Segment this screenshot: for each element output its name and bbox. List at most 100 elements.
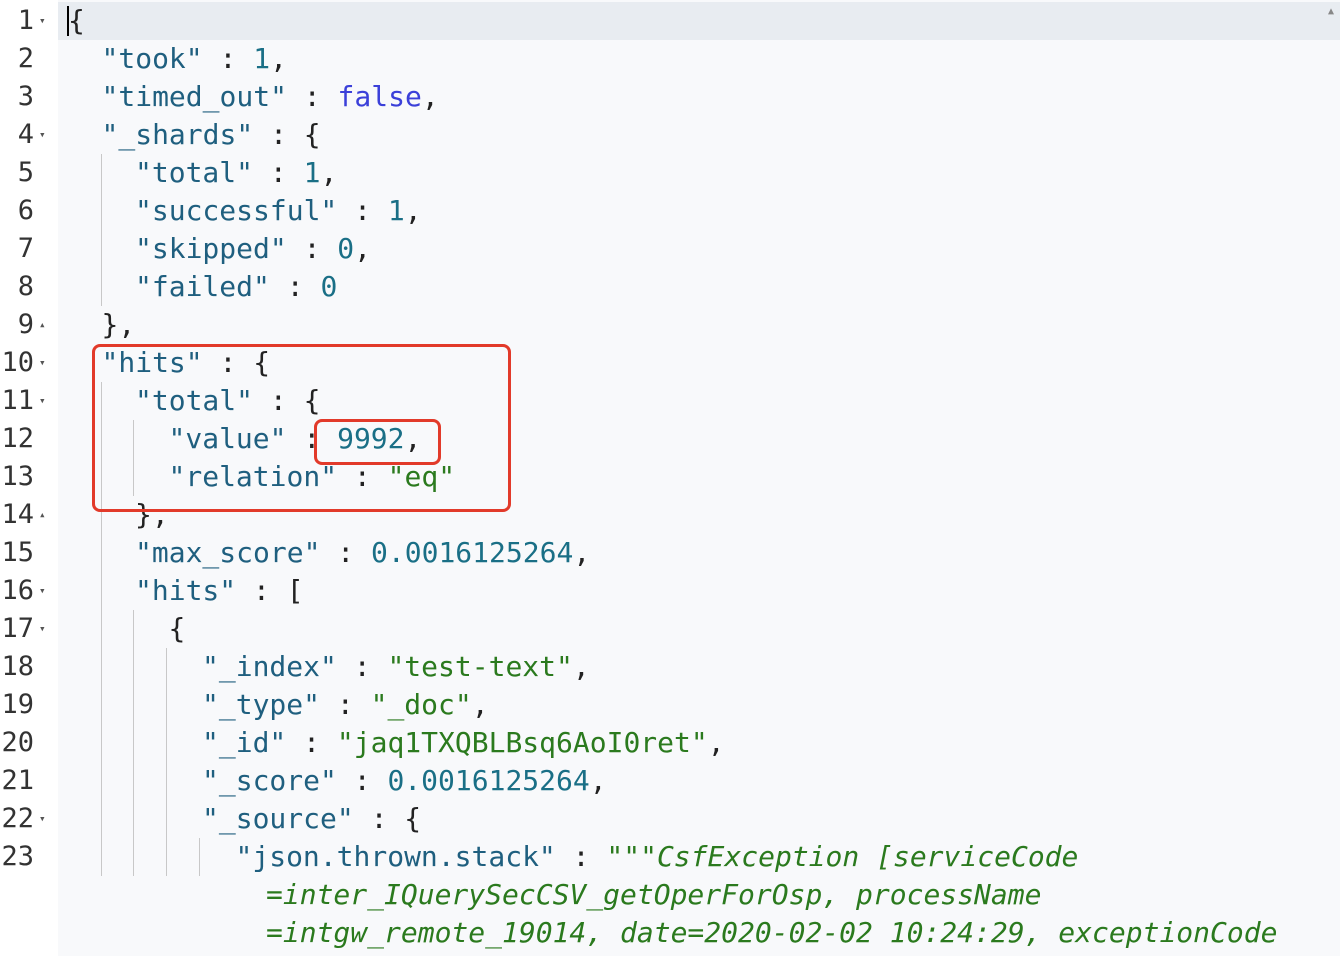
- code-token: ,: [471, 688, 489, 721]
- code-token: "test-text": [387, 650, 573, 683]
- code-token: "hits": [135, 574, 237, 607]
- line-number: 11: [1, 385, 34, 416]
- code-token: ,: [589, 764, 607, 797]
- code-text: "successful" : 1,: [135, 192, 422, 230]
- code-line[interactable]: 2 "took" : 1,: [0, 40, 1340, 78]
- code-text: "skipped" : 0,: [135, 230, 371, 268]
- line-number: 8: [17, 271, 34, 302]
- code-token: =intgw_remote_19014, date=2020-02-02 10:…: [266, 916, 1278, 949]
- line-number: 22: [1, 803, 34, 834]
- code-line[interactable]: 18 "_index" : "test-text",: [0, 648, 1340, 686]
- code-token: "_doc": [370, 688, 472, 721]
- code-text: "_id" : "jaq1TXQBLBsq6AoI0ret",: [202, 724, 725, 762]
- code-token: ,: [354, 232, 372, 265]
- code-token: ,: [320, 156, 338, 189]
- code-token: :: [336, 764, 388, 797]
- code-line[interactable]: 1 ▾ {: [0, 2, 1340, 40]
- code-line[interactable]: =intgw_remote_19014, date=2020-02-02 10:…: [0, 914, 1340, 952]
- line-number: 19: [1, 689, 34, 720]
- line-number: 1: [17, 5, 34, 36]
- code-token: },: [101, 308, 136, 341]
- code-text: "failed" : 0: [135, 268, 337, 306]
- code-token: :: [286, 80, 338, 113]
- code-token: "successful": [135, 194, 338, 227]
- fold-arrow-down-icon[interactable]: ▾: [39, 2, 46, 40]
- code-token: 1: [253, 42, 271, 75]
- fold-arrow-down-icon[interactable]: ▾: [39, 800, 46, 838]
- code-token: :: [320, 536, 372, 569]
- fold-arrow-up-icon[interactable]: ▴: [39, 306, 46, 344]
- code-line[interactable]: 20 "_id" : "jaq1TXQBLBsq6AoI0ret",: [0, 724, 1340, 762]
- code-line[interactable]: 8 "failed" : 0: [0, 268, 1340, 306]
- code-token: 0: [320, 270, 338, 303]
- code-token: :: [555, 840, 607, 873]
- code-token: 1: [387, 194, 405, 227]
- code-token: ,: [572, 650, 590, 683]
- line-number: 14: [1, 499, 34, 530]
- code-token: {: [168, 612, 186, 645]
- fold-arrow-down-icon[interactable]: ▾: [39, 610, 46, 648]
- code-line[interactable]: 22 ▾ "_source" : {: [0, 800, 1340, 838]
- code-token: "json.thrown.stack": [235, 840, 556, 873]
- indent-guide: [166, 648, 167, 876]
- code-line[interactable]: 19 "_type" : "_doc",: [0, 686, 1340, 724]
- code-token: :: [336, 650, 388, 683]
- fold-arrow-up-icon[interactable]: ▴: [39, 496, 46, 534]
- code-token: ,: [707, 726, 725, 759]
- code-token: "total": [135, 156, 254, 189]
- code-token: : {: [253, 118, 321, 151]
- line-number: 18: [1, 651, 34, 682]
- code-line[interactable]: =inter_IQuerySecCSV_getOperForOsp, proce…: [0, 876, 1340, 914]
- code-line[interactable]: 17 ▾ {: [0, 610, 1340, 648]
- code-text: "total" : 1,: [135, 154, 337, 192]
- code-token: : [: [236, 574, 304, 607]
- code-token: "failed": [135, 270, 270, 303]
- fold-arrow-down-icon[interactable]: ▾: [39, 116, 46, 154]
- code-token: :: [337, 194, 388, 227]
- code-text: "_index" : "test-text",: [202, 648, 590, 686]
- code-token: CsfException [serviceCode: [656, 840, 1079, 873]
- line-number: 5: [17, 157, 34, 188]
- code-text: "_score" : 0.0016125264,: [202, 762, 607, 800]
- code-token: "took": [101, 42, 203, 75]
- code-token: :: [269, 270, 321, 303]
- code-token: "jaq1TXQBLBsq6AoI0ret": [336, 726, 708, 759]
- code-token: """: [606, 840, 657, 873]
- code-token: "max_score": [135, 536, 321, 569]
- code-text: =intgw_remote_19014, date=2020-02-02 10:…: [266, 914, 1277, 952]
- line-number: 10: [1, 347, 34, 378]
- code-text: =inter_IQuerySecCSV_getOperForOsp, proce…: [266, 876, 1041, 914]
- code-line[interactable]: 21 "_score" : 0.0016125264,: [0, 762, 1340, 800]
- code-text: {: [169, 610, 186, 648]
- code-line[interactable]: 3 "timed_out" : false,: [0, 78, 1340, 116]
- code-token: false: [337, 80, 422, 113]
- code-line[interactable]: 5 "total" : 1,: [0, 154, 1340, 192]
- code-token: :: [202, 42, 254, 75]
- code-line[interactable]: 6 "successful" : 1,: [0, 192, 1340, 230]
- line-number: 15: [1, 537, 34, 568]
- code-line[interactable]: 4 ▾ "_shards" : {: [0, 116, 1340, 154]
- code-text: "_source" : {: [202, 800, 421, 838]
- indent-guide: [133, 610, 134, 876]
- code-token: "_id": [202, 726, 287, 759]
- line-number: 17: [1, 613, 34, 644]
- code-token: 1: [303, 156, 321, 189]
- code-line[interactable]: 16 ▾ "hits" : [: [0, 572, 1340, 610]
- code-token: "_shards": [101, 118, 254, 151]
- code-token: "skipped": [135, 232, 287, 265]
- code-token: "_source": [202, 802, 354, 835]
- code-token: :: [320, 688, 371, 721]
- fold-arrow-down-icon[interactable]: ▾: [39, 382, 46, 420]
- code-token: :: [253, 156, 304, 189]
- fold-arrow-down-icon[interactable]: ▾: [39, 572, 46, 610]
- code-line[interactable]: 15 "max_score" : 0.0016125264,: [0, 534, 1340, 572]
- fold-arrow-down-icon[interactable]: ▾: [39, 344, 46, 382]
- code-token: {: [68, 4, 85, 37]
- code-line[interactable]: 7 "skipped" : 0,: [0, 230, 1340, 268]
- code-line[interactable]: 9 ▴},: [0, 306, 1340, 344]
- code-token: ,: [421, 80, 439, 113]
- line-number: 4: [17, 119, 34, 150]
- code-line[interactable]: 23 "json.thrown.stack" : """CsfException …: [0, 838, 1340, 876]
- code-text: {: [68, 2, 85, 40]
- code-text: "json.thrown.stack" : """CsfException [s…: [236, 838, 1079, 876]
